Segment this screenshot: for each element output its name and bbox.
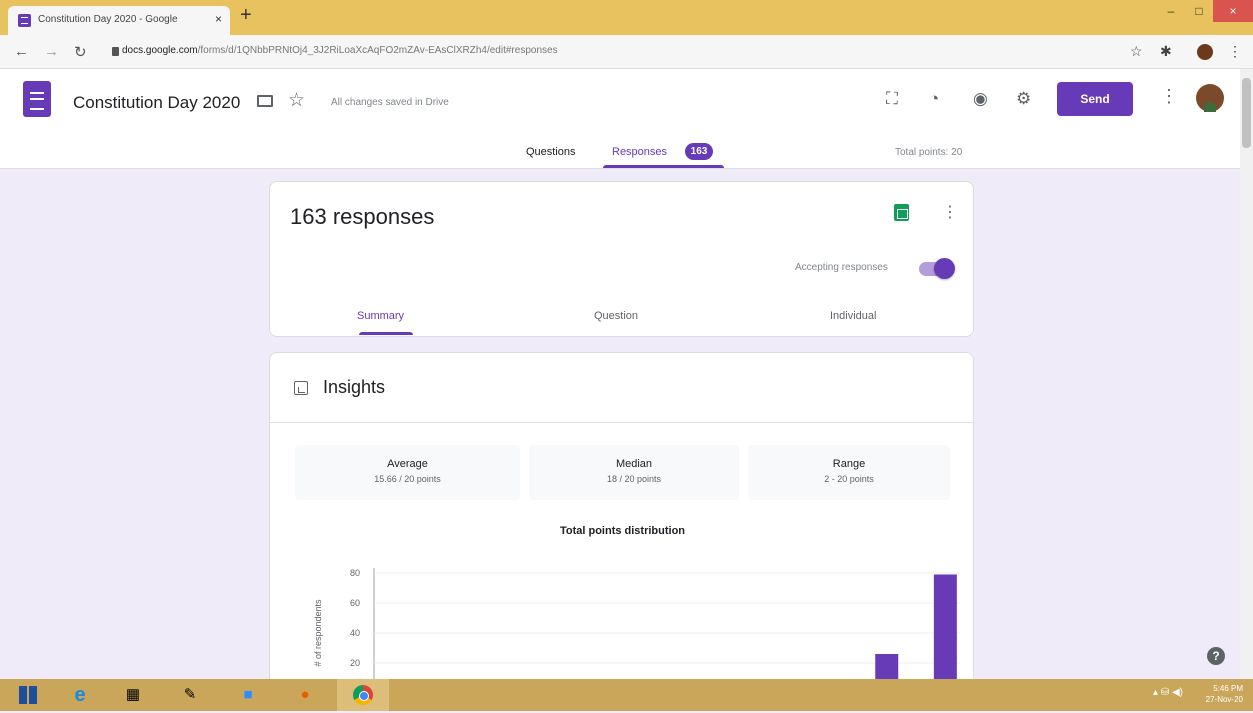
subtab-summary[interactable]: Summary [357, 310, 404, 322]
send-button[interactable]: Send [1057, 82, 1133, 116]
back-arrow-icon[interactable]: ← [14, 43, 29, 60]
chrome-icon[interactable] [345, 683, 381, 707]
windows-logo-icon [19, 686, 37, 704]
chart-bar[interactable] [933, 574, 957, 694]
bookmark-star-icon[interactable]: ☆ [1130, 43, 1143, 60]
forms-favicon-icon [18, 14, 31, 27]
y-tick-label: 60 [350, 598, 360, 608]
reload-icon[interactable]: ↻ [74, 43, 87, 61]
firefox-icon[interactable]: ● [287, 683, 323, 707]
star-icon[interactable]: ☆ [288, 89, 305, 112]
preview-eye-icon[interactable]: ◉ [973, 89, 988, 109]
lock-icon [112, 47, 119, 56]
clock-date: 27-Nov-20 [1205, 695, 1243, 704]
url-path: /forms/d/1QNbbPRNtOj4_3J2RiLoaXcAqFO2mZA… [197, 45, 558, 56]
zoom-icon[interactable]: ■ [230, 683, 266, 707]
subtab-question[interactable]: Question [594, 310, 638, 322]
stat-average: Average 15.66 / 20 points [295, 445, 520, 500]
minimize-button[interactable]: – [1157, 0, 1185, 22]
sheets-icon[interactable] [894, 204, 909, 221]
forms-header: Constitution Day 2020 ☆ All changes save… [0, 69, 1240, 169]
stat-value: 2 - 20 points [824, 474, 874, 484]
y-tick-label: 80 [350, 568, 360, 578]
chrome-logo-icon [353, 685, 373, 705]
paint-icon[interactable]: ✎ [172, 683, 208, 707]
tab-close-icon[interactable]: × [215, 12, 222, 26]
addons-puzzle-icon[interactable]: ⛶ [886, 89, 898, 109]
page-scrollbar[interactable] [1240, 69, 1253, 679]
new-tab-button[interactable]: + [240, 4, 252, 27]
taskbar-clock[interactable]: 5:46 PM 27-Nov-20 [1206, 683, 1243, 705]
palette-icon[interactable]: ◔ [929, 89, 939, 109]
stat-label: Median [615, 458, 653, 470]
extensions-puzzle-icon[interactable]: ✱ [1160, 43, 1172, 60]
browser-tab[interactable]: Constitution Day 2020 - Google × [8, 6, 230, 35]
url-host: docs.google.com [122, 45, 198, 56]
settings-gear-icon[interactable]: ⚙ [1016, 89, 1031, 109]
active-tab-indicator [603, 165, 724, 168]
start-button[interactable] [10, 683, 46, 707]
tab-title: Constitution Day 2020 - Google [38, 14, 178, 25]
browser-menu-icon[interactable]: ⋮ [1228, 43, 1242, 60]
address-bar: ← → ↻ docs.google.com/forms/d/1QNbbPRNtO… [0, 35, 1253, 69]
window-controls: – □ × [1157, 0, 1253, 22]
stat-label: Range [832, 458, 866, 470]
tab-responses[interactable]: Responses [612, 146, 667, 158]
y-tick-label: 20 [350, 658, 360, 668]
active-subtab-indicator [359, 332, 413, 335]
insights-title: Insights [323, 377, 386, 397]
divider [270, 422, 973, 423]
accepting-responses-label: Accepting responses [795, 262, 888, 273]
total-points: Total points: 20 [895, 147, 963, 158]
stat-label: Average [387, 458, 428, 470]
response-count: 163 responses [290, 204, 435, 229]
internet-explorer-icon[interactable]: e [62, 683, 98, 707]
url-field[interactable]: docs.google.com/forms/d/1QNbbPRNtOj4_3J2… [112, 40, 1142, 64]
system-tray-icons[interactable]: ▴ ⛁ ◀) [1153, 687, 1183, 698]
stat-value: 15.66 / 20 points [374, 474, 441, 484]
responses-count-badge: 163 [685, 143, 713, 160]
toggle-knob[interactable] [934, 258, 955, 279]
clock-time: 5:46 PM [1213, 684, 1243, 693]
profile-avatar-small[interactable] [1197, 44, 1213, 60]
stat-value: 18 / 20 points [606, 474, 662, 484]
insights-chart-icon [294, 381, 308, 395]
scrollbar-thumb[interactable] [1242, 78, 1251, 148]
y-axis-label: # of respondents [313, 599, 323, 667]
save-status: All changes saved in Drive [331, 97, 449, 108]
folder-icon[interactable] [257, 95, 273, 107]
windows-taskbar: e ▦ ✎ ■ ● ▴ ⛁ ◀) 5:46 PM 27-Nov-20 [0, 679, 1253, 711]
y-tick-label: 40 [350, 628, 360, 638]
form-title[interactable]: Constitution Day 2020 [73, 93, 240, 113]
points-distribution-chart: 20 40 60 80 # of respondents [313, 568, 960, 694]
subtab-individual[interactable]: Individual [830, 310, 876, 322]
forward-arrow-icon[interactable]: → [44, 43, 59, 60]
avatar[interactable] [1196, 84, 1224, 112]
responses-more-icon[interactable]: ⋮ [942, 202, 958, 222]
forms-logo-icon[interactable] [23, 81, 51, 117]
insights-card: Insights Average 15.66 / 20 points Media… [269, 352, 974, 694]
tab-questions[interactable]: Questions [526, 146, 576, 158]
responses-summary-card: 163 responses ⋮ Accepting responses Summ… [269, 181, 974, 337]
stat-range: Range 2 - 20 points [748, 445, 950, 500]
stat-median: Median 18 / 20 points [529, 445, 739, 500]
chart-title: Total points distribution [559, 525, 686, 537]
more-options-icon[interactable]: ⋮ [1160, 86, 1178, 107]
browser-tab-strip: Constitution Day 2020 - Google × + – □ × [0, 0, 1253, 35]
help-icon[interactable]: ? [1207, 647, 1225, 665]
close-window-button[interactable]: × [1213, 0, 1253, 22]
maximize-button[interactable]: □ [1185, 0, 1213, 22]
file-explorer-icon[interactable]: ▦ [115, 683, 151, 707]
